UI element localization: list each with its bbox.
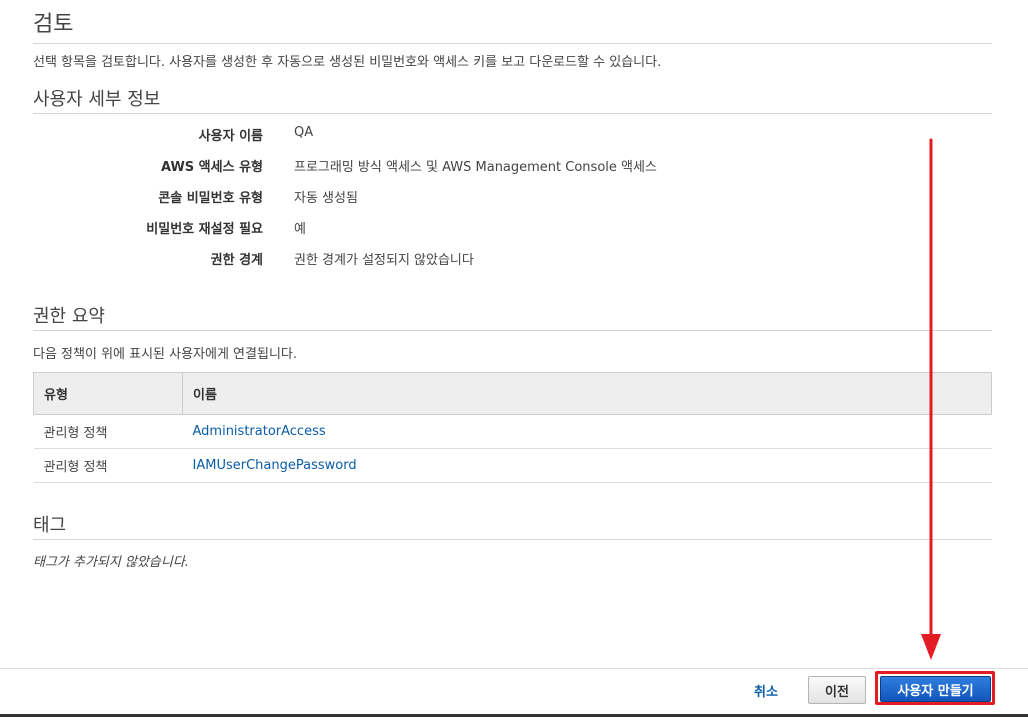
annotation-arrow-down-icon [921, 138, 941, 660]
